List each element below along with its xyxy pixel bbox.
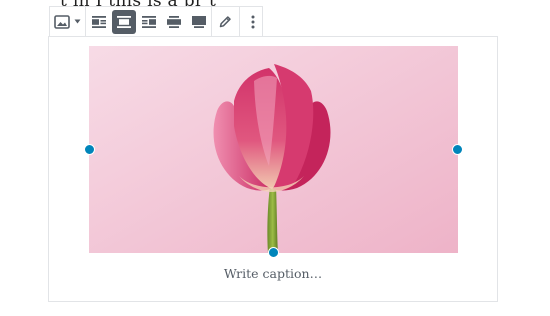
- align-left-icon: [91, 15, 106, 28]
- resize-handle-right[interactable]: [452, 144, 463, 155]
- more-options-icon: [251, 15, 254, 28]
- resize-handle-left[interactable]: [84, 144, 95, 155]
- align-wide-icon: [166, 15, 181, 28]
- more-group: [240, 7, 265, 36]
- align-wide-button[interactable]: [162, 10, 186, 34]
- align-right-button[interactable]: [137, 10, 161, 34]
- resize-handle-bottom[interactable]: [268, 247, 279, 258]
- pencil-icon: [219, 16, 231, 28]
- tulip-image[interactable]: [89, 46, 458, 253]
- caret-down-icon: [74, 19, 81, 24]
- alignment-group: [86, 7, 212, 36]
- align-left-button[interactable]: [87, 10, 111, 34]
- edit-image-button[interactable]: [213, 10, 239, 34]
- image-icon: [54, 14, 70, 29]
- caption-field[interactable]: Write caption…: [48, 266, 498, 281]
- more-options-button[interactable]: [241, 10, 265, 34]
- align-center-button[interactable]: [111, 9, 136, 34]
- align-right-icon: [141, 15, 156, 28]
- block-toolbar: [49, 6, 263, 37]
- block-type-group: [50, 7, 86, 36]
- align-full-icon: [191, 15, 206, 28]
- align-full-button[interactable]: [187, 10, 211, 34]
- change-block-type-button[interactable]: [51, 10, 85, 34]
- align-center-icon: [116, 15, 131, 28]
- edit-group: [212, 7, 240, 36]
